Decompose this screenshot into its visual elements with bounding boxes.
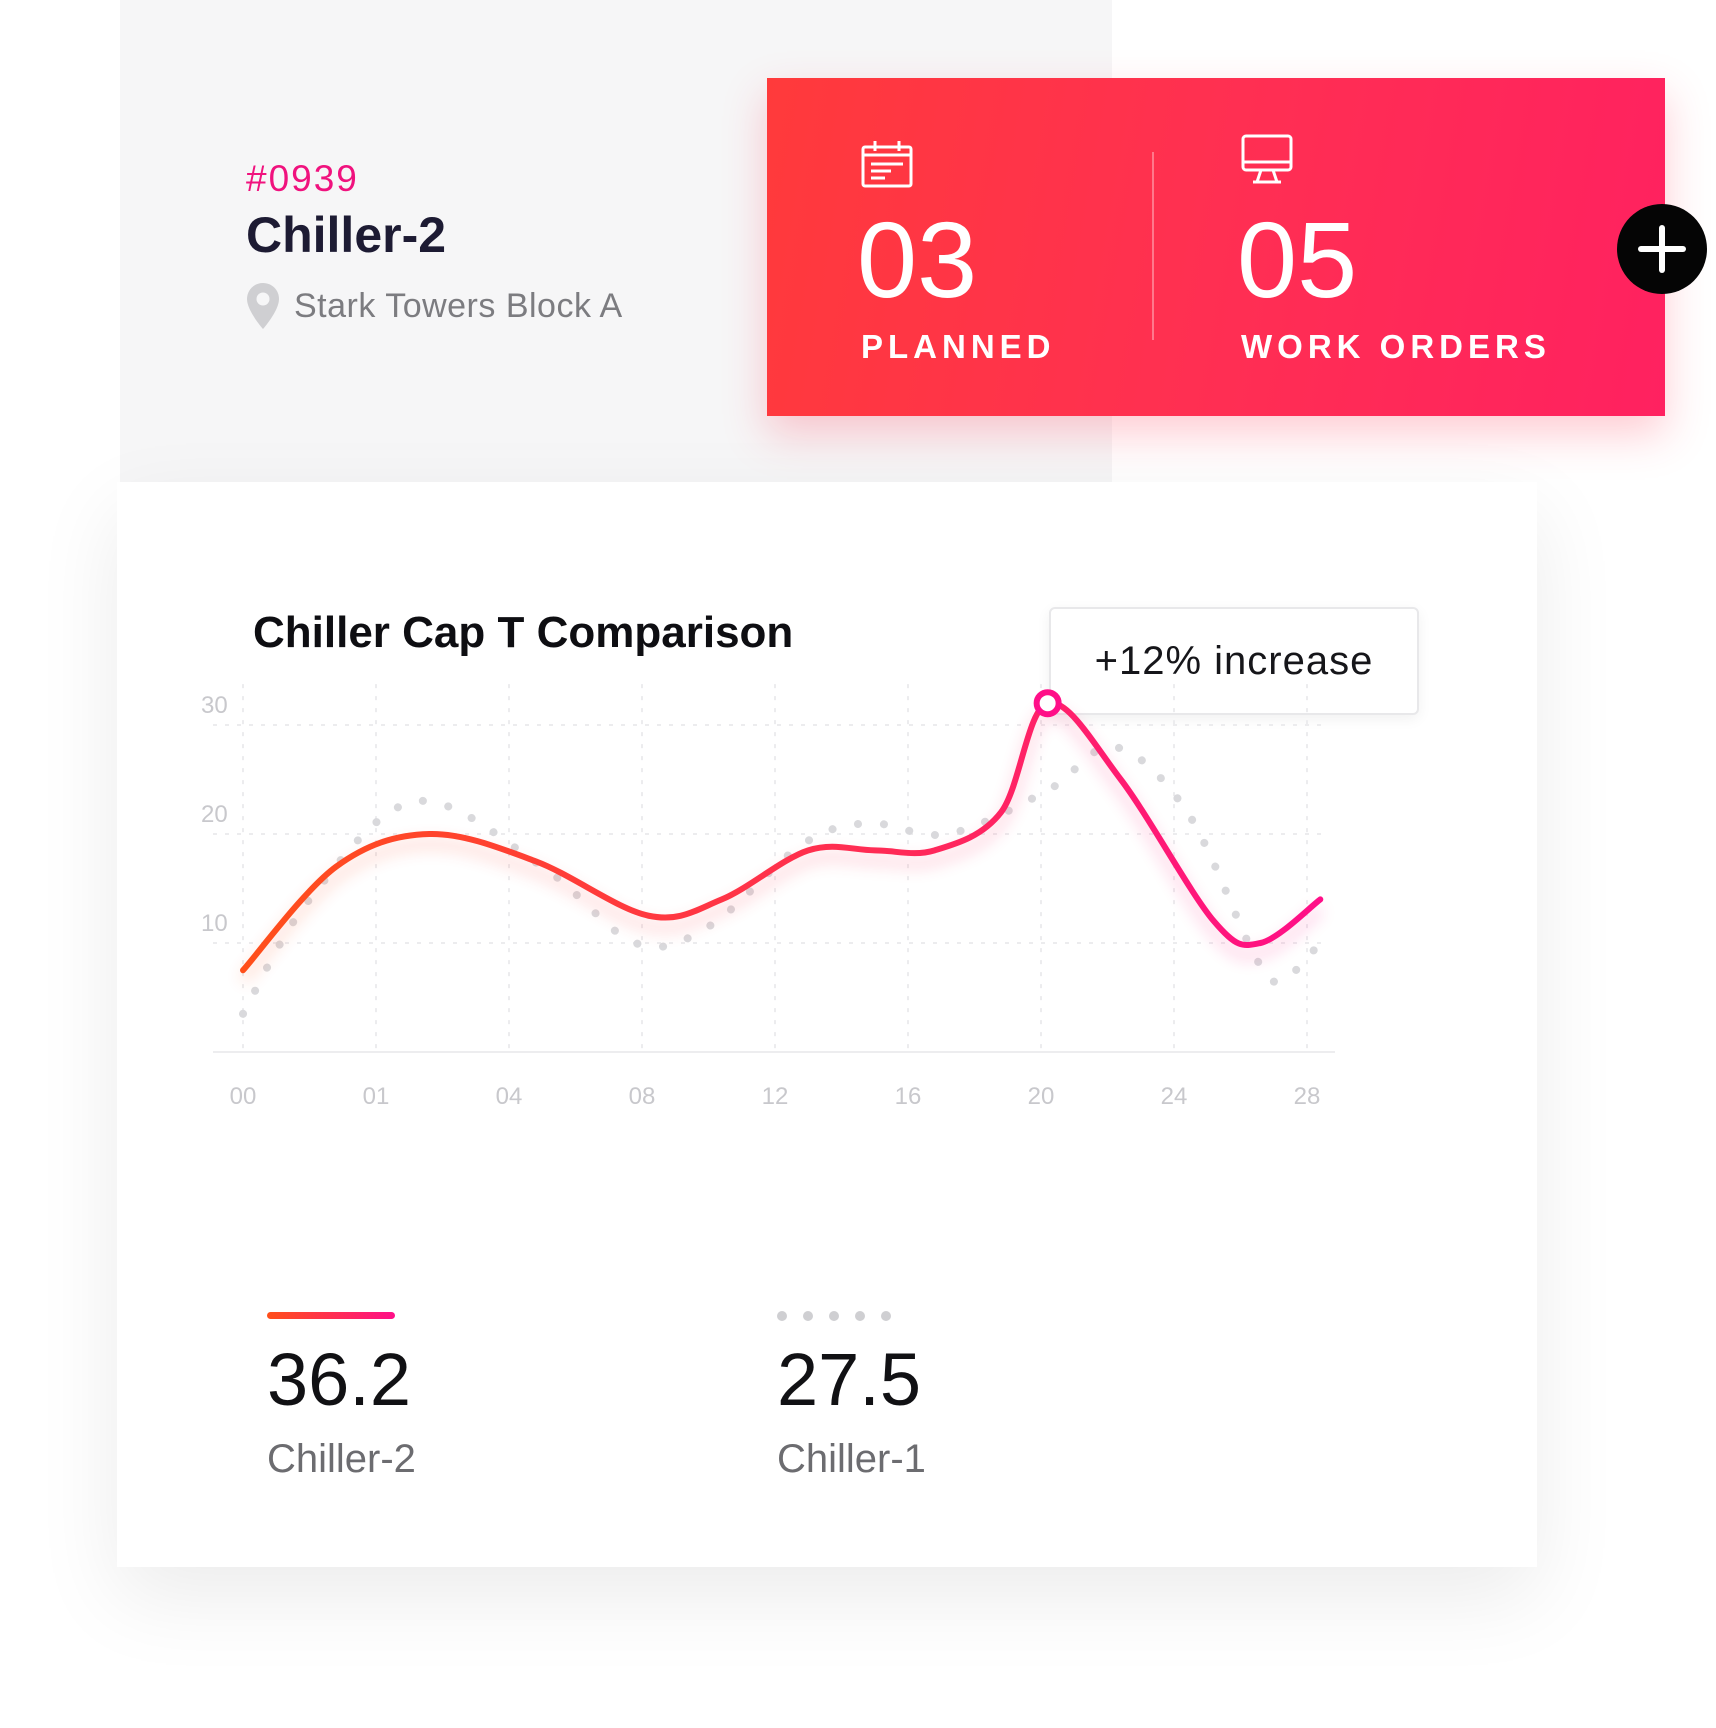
y-tick-label-20: 20: [201, 801, 228, 828]
calendar-icon: [861, 141, 913, 188]
legend-item-chiller-1: 27.5 Chiller-1: [777, 1310, 926, 1482]
add-button[interactable]: [1617, 204, 1707, 294]
location-text: Stark Towers Block A: [294, 286, 623, 325]
plus-icon: [1638, 225, 1686, 273]
work-orders-label: WORK ORDERS: [1241, 328, 1551, 365]
x-tick-label-16: 16: [895, 1083, 922, 1110]
x-tick-label-12: 12: [762, 1083, 789, 1110]
work-orders-count: 05: [1237, 199, 1358, 320]
x-tick-label-01: 01: [363, 1083, 390, 1110]
chart-card: Chiller Cap T Comparison +12% increase 1…: [117, 482, 1537, 1567]
legend-value-chiller-1: 27.5: [777, 1338, 922, 1421]
x-tick-label-04: 04: [496, 1083, 523, 1110]
x-tick-label-24: 24: [1161, 1083, 1188, 1110]
series-line-chiller-1: [239, 742, 1325, 1018]
y-tick-label-30: 30: [201, 692, 228, 719]
peak-point-marker[interactable]: [1033, 689, 1062, 718]
x-tick-label-20: 20: [1028, 1083, 1055, 1110]
legend-swatch-solid: [267, 1312, 395, 1319]
line-chart: 10 20 30 00 01 04 08 12 16 20 24 28: [201, 684, 1335, 1110]
planned-label: PLANNED: [861, 328, 1056, 365]
series-glow-chiller-2: [239, 707, 1324, 984]
stats-card: 03 PLANNED 05 WORK ORDERS: [767, 78, 1665, 416]
asset-name: Chiller-2: [246, 207, 447, 263]
x-tick-label-08: 08: [629, 1083, 656, 1110]
location-pin-icon: [247, 283, 279, 329]
series-line-chiller-2: [240, 699, 1324, 974]
legend-value-chiller-2: 36.2: [267, 1338, 412, 1421]
legend-item-chiller-2: 36.2 Chiller-2: [267, 1312, 416, 1482]
x-tick-label-28: 28: [1294, 1083, 1321, 1110]
asset-id: #0939: [246, 158, 359, 199]
legend-swatch-dotted: [777, 1310, 926, 1321]
y-tick-label-10: 10: [201, 910, 228, 937]
stats-divider: [1152, 152, 1154, 340]
legend-name-chiller-1: Chiller-1: [777, 1437, 926, 1481]
asset-location: Stark Towers Block A: [246, 282, 623, 330]
monitor-icon: [1241, 134, 1293, 184]
planned-count: 03: [857, 199, 978, 320]
x-tick-label-00: 00: [230, 1083, 257, 1110]
legend-name-chiller-2: Chiller-2: [267, 1437, 416, 1481]
